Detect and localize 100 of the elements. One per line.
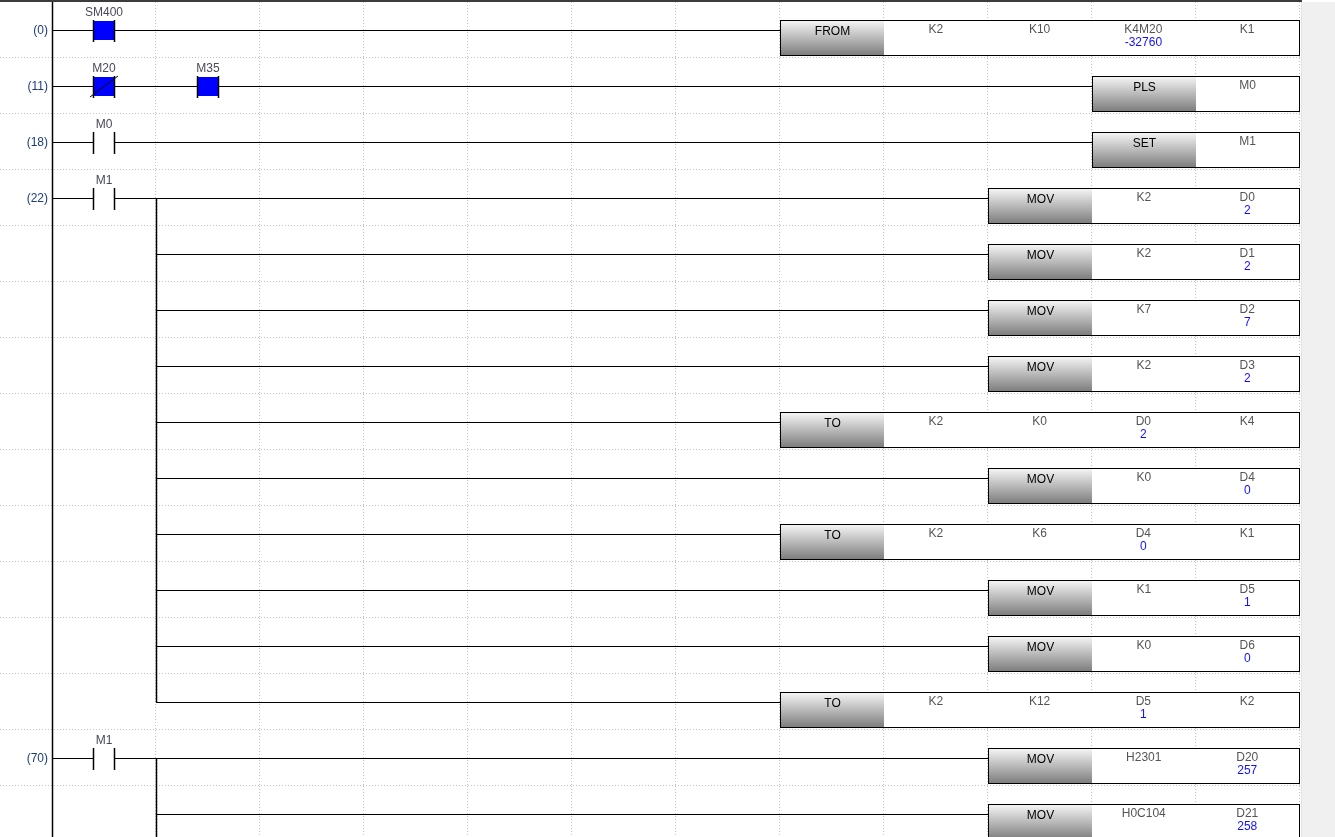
operand-text: D21 xyxy=(1236,807,1259,820)
ladder-wire xyxy=(155,477,158,506)
operand-value: 1 xyxy=(1140,708,1147,721)
operand-text: H2301 xyxy=(1126,751,1162,764)
operand-text: K4M20 xyxy=(1124,23,1163,36)
contact-icon[interactable] xyxy=(92,747,116,771)
operand-text: D0 xyxy=(1239,191,1255,204)
operand-value: 2 xyxy=(1243,260,1251,273)
instruction-name: MOV xyxy=(989,637,1092,671)
instruction-name: MOV xyxy=(989,805,1092,837)
operand-value: 258 xyxy=(1237,820,1258,833)
operand-text: K1 xyxy=(1239,527,1255,540)
ladder-wire xyxy=(155,309,158,338)
operand-text: D4 xyxy=(1239,471,1255,484)
instruction-block[interactable]: PLS M0 xyxy=(1092,76,1300,112)
contact-label: M35 xyxy=(196,61,220,75)
step-number: (18) xyxy=(26,135,48,149)
operand-text: K0 xyxy=(1136,639,1152,652)
operand-text: K0 xyxy=(1136,471,1152,484)
contact-label: M1 xyxy=(95,733,113,747)
operand-text: D2 xyxy=(1239,303,1255,316)
operand-text: K2 xyxy=(928,695,944,708)
operand-text: K2 xyxy=(928,23,944,36)
operand-text: D4 xyxy=(1135,527,1152,540)
instruction-name: SET xyxy=(1093,133,1196,167)
instruction-name: FROM xyxy=(781,21,884,55)
instruction-name: MOV xyxy=(989,581,1092,615)
contact-icon[interactable] xyxy=(92,19,116,43)
operand-text: D1 xyxy=(1239,247,1255,260)
operand-value: 0 xyxy=(1243,484,1251,497)
ladder-wire xyxy=(155,365,158,394)
contact-icon[interactable] xyxy=(196,75,220,99)
operand-text: K10 xyxy=(1028,23,1051,36)
operand-value: 7 xyxy=(1243,316,1251,329)
instruction-name: MOV xyxy=(989,189,1092,223)
operand-text: D6 xyxy=(1239,639,1255,652)
operand-text: K2 xyxy=(928,527,944,540)
instruction-block[interactable]: MOV K2 D0 2 xyxy=(988,188,1300,224)
instruction-block[interactable]: MOV K2 D1 2 xyxy=(988,244,1300,280)
operand-text: H0C104 xyxy=(1121,807,1166,820)
step-number: (70) xyxy=(26,751,48,765)
contact-label: M1 xyxy=(95,173,113,187)
operand-value: 0 xyxy=(1243,652,1251,665)
operand-value: -32760 xyxy=(1124,36,1163,49)
instruction-name: TO xyxy=(781,413,884,447)
operand-text: D3 xyxy=(1239,359,1255,372)
operand-text: K2 xyxy=(1136,359,1152,372)
instruction-name: MOV xyxy=(989,245,1092,279)
operand-value: 1 xyxy=(1243,596,1251,609)
operand-text: D5 xyxy=(1239,583,1255,596)
ladder-wire xyxy=(155,813,158,837)
operand-text: D0 xyxy=(1135,415,1152,428)
operand-text: K12 xyxy=(1028,695,1051,708)
operand-value: 257 xyxy=(1237,764,1258,777)
instruction-block[interactable]: FROM K2 K10 K4M20 -32760 K1 xyxy=(780,20,1300,56)
operand-text: K2 xyxy=(1239,695,1255,708)
contact-label: M0 xyxy=(95,117,113,131)
ladder-wire xyxy=(155,421,158,450)
operand-value: 2 xyxy=(1140,428,1147,441)
instruction-block[interactable]: MOV K0 D4 0 xyxy=(988,468,1300,504)
contact-label: SM400 xyxy=(85,5,123,19)
instruction-block[interactable]: MOV K2 D3 2 xyxy=(988,356,1300,392)
step-number: (0) xyxy=(33,23,48,37)
contact-icon[interactable] xyxy=(92,131,116,155)
instruction-block[interactable]: SET M1 xyxy=(1092,132,1300,168)
step-number: (11) xyxy=(27,79,48,93)
instruction-block[interactable]: TO K2 K6 D4 0 K1 xyxy=(780,524,1300,560)
contact-label: M20 xyxy=(92,61,116,75)
ladder-wire xyxy=(155,645,158,674)
instruction-name: PLS xyxy=(1093,77,1196,111)
instruction-name: MOV xyxy=(989,749,1092,783)
instruction-block[interactable]: MOV K0 D6 0 xyxy=(988,636,1300,672)
ladder-wire xyxy=(155,253,158,282)
instruction-block[interactable]: MOV K1 D5 1 xyxy=(988,580,1300,616)
instruction-block[interactable]: MOV K7 D2 7 xyxy=(988,300,1300,336)
instruction-name: MOV xyxy=(989,357,1092,391)
instruction-block[interactable]: MOV H2301 D20 257 xyxy=(988,748,1300,784)
instruction-block[interactable]: TO K2 K12 D5 1 K2 xyxy=(780,692,1300,728)
operand-text: K0 xyxy=(1032,415,1047,428)
operand-value: 2 xyxy=(1243,204,1251,217)
operand-text: K6 xyxy=(1032,527,1047,540)
instruction-name: TO xyxy=(781,525,884,559)
instruction-block[interactable]: MOV H0C104 D21 258 xyxy=(988,804,1300,837)
step-number: (22) xyxy=(26,191,48,205)
instruction-block[interactable]: TO K2 K0 D0 2 K4 xyxy=(780,412,1300,448)
operand-text: M1 xyxy=(1239,135,1256,148)
ladder-wire xyxy=(155,589,158,618)
operand-text: K2 xyxy=(1136,191,1152,204)
contact-icon[interactable] xyxy=(89,75,119,99)
operand-text: M0 xyxy=(1239,79,1256,92)
operand-text: K4 xyxy=(1239,415,1255,428)
operand-value: 2 xyxy=(1243,372,1251,385)
operand-text: D20 xyxy=(1236,751,1259,764)
operand-text: K1 xyxy=(1239,23,1255,36)
instruction-name: MOV xyxy=(989,469,1092,503)
operand-text: K7 xyxy=(1136,303,1152,316)
operand-text: K2 xyxy=(1136,247,1152,260)
contact-icon[interactable] xyxy=(92,187,116,211)
operand-value: 0 xyxy=(1140,540,1147,553)
operand-text: K1 xyxy=(1136,583,1152,596)
